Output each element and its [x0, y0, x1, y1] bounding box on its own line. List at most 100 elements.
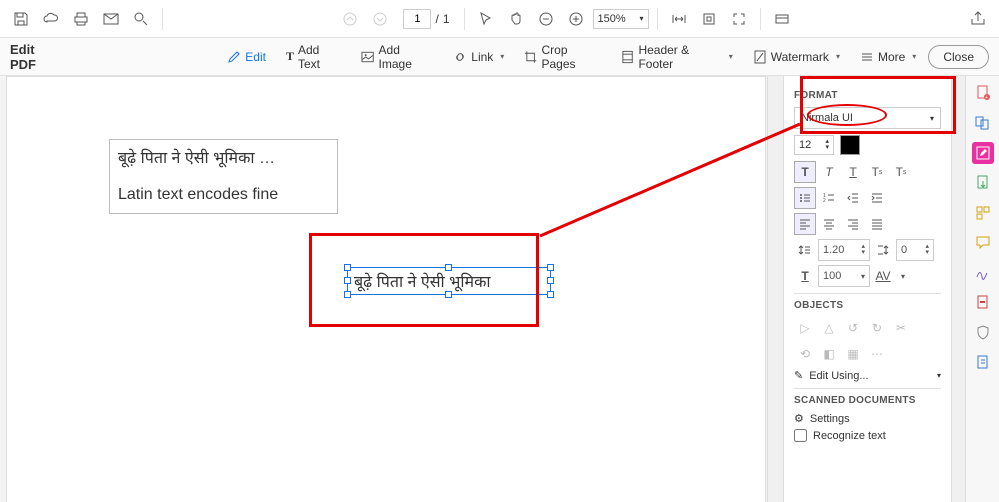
- pointer-icon[interactable]: [473, 6, 499, 32]
- panel-scrollbar[interactable]: [951, 76, 965, 502]
- crop-button[interactable]: Crop Pages: [516, 39, 609, 75]
- edit-using-button[interactable]: ✎ Edit Using... ▾: [794, 369, 941, 382]
- hand-icon[interactable]: [503, 6, 529, 32]
- fit-width-icon[interactable]: [666, 6, 692, 32]
- underline-button[interactable]: T: [842, 161, 864, 183]
- rail-compress-icon[interactable]: [972, 352, 994, 374]
- edit-title: Edit PDF: [10, 42, 61, 72]
- align-left-button[interactable]: [794, 213, 816, 235]
- char-spacing-icon: AV: [872, 265, 894, 287]
- search-icon[interactable]: [128, 6, 154, 32]
- char-spacing-dropdown[interactable]: ▾: [896, 265, 910, 287]
- bold-button[interactable]: T: [794, 161, 816, 183]
- cloud-icon[interactable]: [38, 6, 64, 32]
- scanned-heading: SCANNED DOCUMENTS: [794, 395, 941, 406]
- font-family-select[interactable]: Nirmala UI▾: [794, 107, 941, 129]
- resize-handle-bl[interactable]: [344, 291, 351, 298]
- edit-toolbar: Edit PDF Edit TAdd Text Add Image Link C…: [0, 38, 999, 76]
- email-icon[interactable]: [98, 6, 124, 32]
- page-current-input[interactable]: [403, 9, 431, 29]
- page-indicator: / 1: [403, 9, 449, 29]
- number-list-button[interactable]: 12: [818, 187, 840, 209]
- settings-button[interactable]: ⚙ Settings: [794, 412, 941, 425]
- resize-handle-bm[interactable]: [445, 291, 452, 298]
- font-color-swatch[interactable]: [840, 135, 860, 155]
- zoom-select[interactable]: 150%▾: [593, 9, 649, 29]
- selected-text-frame[interactable]: बूढ़े पिता ने ऐसी भूमिका: [347, 267, 551, 295]
- rail-protect-icon[interactable]: [972, 322, 994, 344]
- para-spacing-icon: [872, 239, 894, 261]
- edit-button[interactable]: Edit: [219, 46, 274, 68]
- page-down-icon[interactable]: [367, 6, 393, 32]
- outdent-button[interactable]: [842, 187, 864, 209]
- flip-v-button[interactable]: △: [818, 317, 840, 339]
- rail-comment-icon[interactable]: [972, 232, 994, 254]
- rail-edit-pdf-icon[interactable]: [972, 142, 994, 164]
- fullscreen-icon[interactable]: [726, 6, 752, 32]
- rail-sign-icon[interactable]: [972, 262, 994, 284]
- add-text-button[interactable]: TAdd Text: [278, 39, 349, 75]
- resize-handle-tr[interactable]: [547, 264, 554, 271]
- superscript-button[interactable]: Ts: [866, 161, 888, 183]
- subscript-button[interactable]: Ts: [890, 161, 912, 183]
- crop-obj-button[interactable]: ✂: [890, 317, 912, 339]
- page-up-icon[interactable]: [337, 6, 363, 32]
- more-button[interactable]: More: [852, 46, 924, 68]
- rail-create-pdf-icon[interactable]: +: [972, 82, 994, 104]
- read-mode-icon[interactable]: [769, 6, 795, 32]
- top-toolbar: / 1 150%▾: [0, 0, 999, 38]
- text-frame-1[interactable]: बूढ़े पिता ने ऐसी भूमिका … Latin text en…: [109, 139, 338, 214]
- format-heading: FORMAT: [794, 90, 941, 101]
- bullet-list-button[interactable]: [794, 187, 816, 209]
- rail-combine-icon[interactable]: [972, 112, 994, 134]
- indent-button[interactable]: [866, 187, 888, 209]
- rotate-cw-button[interactable]: ↻: [866, 317, 888, 339]
- frame1-line2: Latin text encodes fine: [118, 182, 329, 208]
- frame1-line1: बूढ़े पिता ने ऐसी भूमिका …: [118, 146, 329, 172]
- objects-heading: OBJECTS: [794, 300, 941, 311]
- recognize-checkbox[interactable]: [794, 429, 807, 442]
- resize-handle-br[interactable]: [547, 291, 554, 298]
- para-spacing-input[interactable]: 0▴▾: [896, 239, 934, 261]
- document-area[interactable]: बूढ़े पिता ने ऐसी भूमिका … Latin text en…: [0, 76, 767, 502]
- close-button[interactable]: Close: [928, 45, 989, 69]
- rail-redact-icon[interactable]: [972, 292, 994, 314]
- svg-text:+: +: [985, 95, 988, 101]
- more-obj-button[interactable]: ⋯: [866, 343, 888, 365]
- horiz-scale-icon: T: [794, 265, 816, 287]
- zoom-out-icon[interactable]: [533, 6, 559, 32]
- doc-scrollbar[interactable]: [767, 76, 783, 502]
- line-spacing-input[interactable]: 1.20▴▾: [818, 239, 870, 261]
- document-page[interactable]: बूढ़े पिता ने ऐसी भूमिका … Latin text en…: [6, 76, 766, 502]
- fit-page-icon[interactable]: [696, 6, 722, 32]
- arrange-button[interactable]: ◧: [818, 343, 840, 365]
- link-button[interactable]: Link: [445, 46, 512, 68]
- align-justify-button[interactable]: [866, 213, 888, 235]
- resize-handle-tm[interactable]: [445, 264, 452, 271]
- resize-handle-ml[interactable]: [344, 277, 351, 284]
- save-icon[interactable]: [8, 6, 34, 32]
- watermark-button[interactable]: Watermark: [745, 46, 848, 68]
- rotate-ccw-button[interactable]: ↺: [842, 317, 864, 339]
- zoom-in-icon[interactable]: [563, 6, 589, 32]
- svg-text:2: 2: [823, 198, 826, 204]
- add-image-button[interactable]: Add Image: [353, 39, 441, 75]
- align-obj-button[interactable]: ▦: [842, 343, 864, 365]
- resize-handle-mr[interactable]: [547, 277, 554, 284]
- rail-organize-icon[interactable]: [972, 202, 994, 224]
- rail-export-icon[interactable]: [972, 172, 994, 194]
- header-footer-button[interactable]: Header & Footer: [613, 39, 740, 75]
- font-size-input[interactable]: 12▴▾: [794, 135, 834, 155]
- main-area: बूढ़े पिता ने ऐसी भूमिका … Latin text en…: [0, 76, 999, 502]
- resize-handle-tl[interactable]: [344, 264, 351, 271]
- replace-img-button[interactable]: ⟲: [794, 343, 816, 365]
- share-icon[interactable]: [965, 6, 991, 32]
- print-icon[interactable]: [68, 6, 94, 32]
- flip-h-button[interactable]: ▷: [794, 317, 816, 339]
- italic-button[interactable]: T: [818, 161, 840, 183]
- align-center-button[interactable]: [818, 213, 840, 235]
- line-spacing-icon: [794, 239, 816, 261]
- selected-text: बूढ़े पिता ने ऐसी भूमिका: [354, 270, 491, 292]
- align-right-button[interactable]: [842, 213, 864, 235]
- horiz-scale-input[interactable]: 100▾: [818, 265, 870, 287]
